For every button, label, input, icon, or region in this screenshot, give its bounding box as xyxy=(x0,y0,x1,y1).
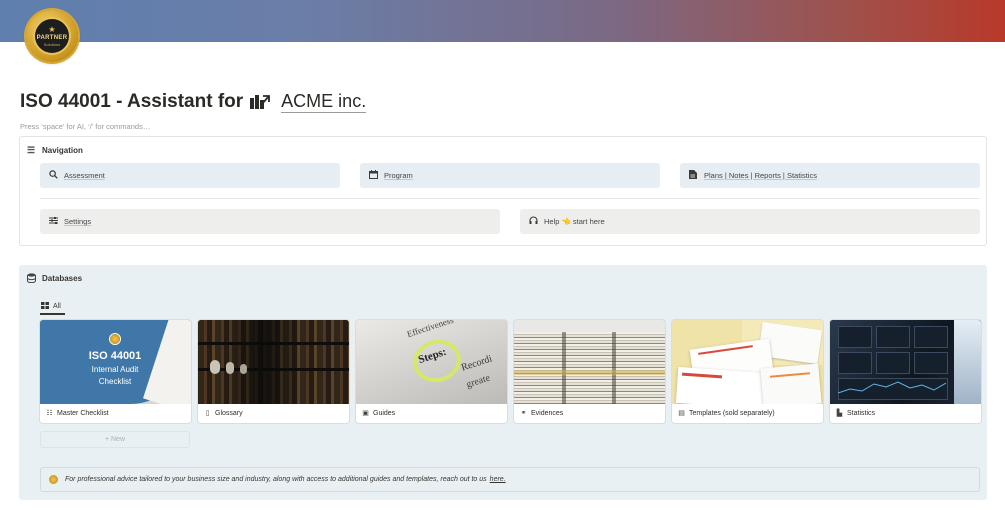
editor-hint: Press ‘space’ for AI, ‘/’ for commands… xyxy=(20,122,151,131)
tab-underline xyxy=(40,313,65,315)
page-icon: ▯ xyxy=(205,410,210,417)
search-icon xyxy=(48,170,58,181)
advice-callout: For professional advice tailored to your… xyxy=(40,467,980,492)
page-title-text: ISO 44001 - Assistant for xyxy=(20,91,244,112)
new-item-button[interactable]: + New xyxy=(40,431,190,448)
sliders-icon xyxy=(48,216,58,227)
divider xyxy=(40,198,980,199)
card-label: ▙ Statistics xyxy=(836,409,876,418)
card-evidences[interactable]: ⚭ Evidences xyxy=(514,320,665,423)
templates-cover-image xyxy=(672,320,823,404)
dashboard-cover-image xyxy=(830,320,981,404)
bar-chart-icon: ▙ xyxy=(836,410,843,417)
card-label: ▯ Glossary xyxy=(203,409,243,418)
database-icon xyxy=(26,273,36,284)
link-icon: ⚭ xyxy=(520,410,527,417)
card-label: ▤ Templates (sold separately) xyxy=(678,409,775,418)
document-icon xyxy=(688,170,698,181)
page-cover xyxy=(0,0,1005,42)
steps-paper-cover-image: Effectiveness Steps: Recordi greate xyxy=(356,320,507,404)
file-icon: ▤ xyxy=(678,410,685,417)
checklist-icon: ☷ xyxy=(46,410,53,417)
menu-icon: ☰ xyxy=(26,145,36,155)
page-title: ISO 44001 - Assistant for ACME inc. xyxy=(20,88,367,116)
callout-text: For professional advice tailored to your… xyxy=(65,476,487,483)
card-guides[interactable]: Effectiveness Steps: Recordi greate ▣ Gu… xyxy=(356,320,507,423)
card-templates[interactable]: ▤ Templates (sold separately) xyxy=(672,320,823,423)
plans-notes-reports-button[interactable]: Plans | Notes | Reports | Statistics xyxy=(680,163,980,188)
navigation-heading: ☰ Navigation xyxy=(26,145,83,155)
company-link[interactable]: ACME inc. xyxy=(281,91,367,113)
library-cover-image xyxy=(198,320,349,404)
navigation-block: ☰ Navigation Assessment Program Plans | … xyxy=(19,136,987,246)
card-glossary[interactable]: ▯ Glossary xyxy=(198,320,349,423)
databases-block: Databases All ISO 44001 Internal Audit C… xyxy=(19,265,987,500)
assessment-button[interactable]: Assessment xyxy=(40,163,340,188)
book-icon: ▣ xyxy=(362,410,369,417)
contact-link[interactable]: here. xyxy=(490,476,506,483)
headset-icon xyxy=(528,216,538,227)
program-button[interactable]: Program xyxy=(360,163,660,188)
tab-all[interactable]: All xyxy=(41,299,61,313)
card-label: ☷ Master Checklist xyxy=(46,409,109,418)
paper-stacks-cover-image xyxy=(514,320,665,404)
settings-button[interactable]: Settings xyxy=(40,209,500,234)
card-master-checklist[interactable]: ISO 44001 Internal Audit Checklist ☷ Mas… xyxy=(40,320,191,423)
checklist-cover-image: ISO 44001 Internal Audit Checklist xyxy=(40,320,191,404)
help-button[interactable]: Help 👈 start here xyxy=(520,209,980,234)
partner-badge-logo: ★ PARTNER Solutions xyxy=(26,10,78,62)
card-label: ▣ Guides xyxy=(362,409,396,418)
databases-heading: Databases xyxy=(26,273,82,284)
calendar-icon xyxy=(368,170,378,181)
card-statistics[interactable]: ▙ Statistics xyxy=(830,320,981,423)
coin-icon xyxy=(49,475,58,484)
card-label: ⚭ Evidences xyxy=(520,409,564,418)
handshake-icon xyxy=(249,92,271,112)
grid-icon xyxy=(41,301,49,311)
